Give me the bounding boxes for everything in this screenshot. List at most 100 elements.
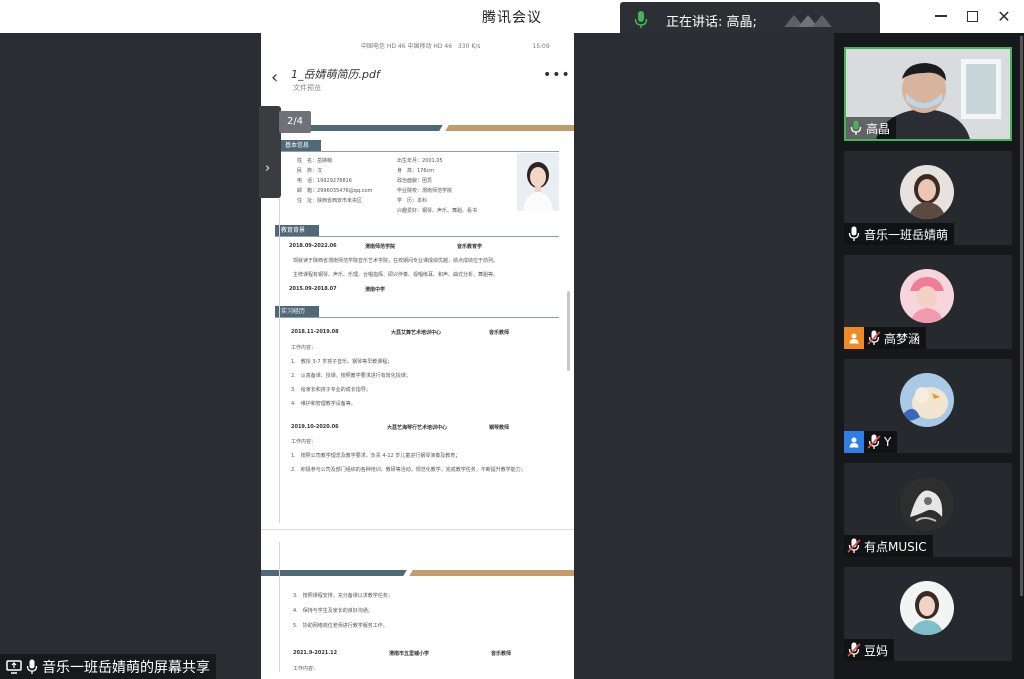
avatar (900, 581, 954, 635)
job2-company: 大荔艺海琴行艺术培训中心 (387, 425, 448, 431)
margin-line (279, 183, 280, 523)
sidebar-scrollbar[interactable] (1020, 36, 1023, 596)
basic-ethnicity: 民 族：汉 (297, 168, 323, 174)
participant-name: 豆妈 (864, 643, 889, 658)
edu-school-1: 渭南师范学院 (365, 244, 396, 250)
basic-phone: 电 话：19929278816 (297, 178, 352, 184)
job2-role: 钢琴教师 (489, 425, 510, 431)
page-counter: 2/4 (279, 111, 311, 133)
cohost-icon (844, 431, 864, 453)
participant-tile[interactable]: 高梦涵 (844, 255, 1012, 349)
job1-item: 2. 认真备课、授课，按照教学要求进行有效化授课； (291, 373, 411, 379)
job2-item: 2. 积极参与公司及部门组织的各种培训、教研等活动，规范化教学，完成教学任务，不… (291, 467, 526, 473)
resume-page: 基本信息 姓 名：岳婧萌 民 族：汉 电 话：19929278816 邮 箱：2… (261, 113, 574, 523)
participant-name-tag: 有点MUSIC (844, 535, 933, 557)
resume-photo (517, 153, 559, 211)
mic-icon (26, 659, 38, 674)
basic-height: 身 高：176cm (397, 168, 435, 174)
phone-time-text: 15:09 (532, 43, 550, 50)
participant-name-tag: Y (844, 431, 898, 453)
phone-status-bar: 中国电信 HD 46 中国移动 HD 46 330 K/s 15:09 (361, 41, 550, 50)
phone-speed-text: 330 K/s (458, 43, 481, 50)
chevron-right-icon[interactable]: › (265, 161, 270, 176)
close-icon: ✕ (997, 6, 1011, 26)
screen-share-label: 音乐一班岳婧萌的屏幕共享 (0, 654, 216, 679)
edu-desc-2: 主修课程有钢琴、声乐、乐理、合唱指挥、即兴伴奏、视唱练耳、和声、曲式分析、舞蹈等… (293, 272, 499, 278)
participant-tile[interactable]: Y (844, 359, 1012, 453)
job1-date: 2018.11-2019.08 (291, 329, 339, 335)
minimize-button[interactable] (927, 4, 955, 28)
mic-icon (634, 11, 648, 28)
job2-item: 1. 按照公司教学理念及教学要求，负责 4-12 岁儿童进行钢琴演奏及教育； (291, 453, 461, 459)
more-options-icon[interactable]: ••• (543, 67, 571, 83)
edu-desc-1: 现就读于陕西省渭南师范学院音乐艺术学院，在校期间专业课成绩优越，绩点成绩位于前列… (293, 258, 499, 264)
participant-name: 音乐一班岳婧萌 (864, 227, 949, 242)
document-subtitle: 文件预览 (293, 84, 321, 92)
basic-degree: 学 历：本科 (397, 198, 428, 204)
screen-share-icon (6, 659, 22, 674)
participant-name: Y (884, 435, 892, 449)
phone-carrier-text: 中国电信 HD 46 中国移动 HD 46 (361, 43, 453, 50)
mic-muted-icon (864, 327, 884, 349)
close-button[interactable]: ✕ (990, 4, 1018, 28)
portrait-image (517, 153, 559, 211)
job1-content-label: 工作内容： (291, 345, 317, 351)
participant-name: 高梦涵 (884, 331, 921, 346)
tencent-meeting-logo-icon (784, 15, 832, 27)
tencent-meeting-window: 腾讯会议 ✕ 正在讲话: 高晶; 中国电信 HD 46 中国移动 HD 46 3… (0, 0, 1024, 679)
job2-date: 2019.10-2020.06 (291, 424, 339, 430)
participant-name-tag: 豆妈 (844, 639, 895, 661)
job1-item: 3. 给家长和孩子专业的成长指导； (291, 387, 371, 393)
margin-line (279, 542, 280, 672)
job3-date: 2021.9-2021.12 (293, 650, 338, 656)
mic-icon (844, 223, 864, 245)
screen-share-area: 中国电信 HD 46 中国移动 HD 46 330 K/s 15:09 ‹ 1_… (0, 33, 834, 679)
edu-date-1: 2018.09-2022.06 (289, 243, 337, 249)
participant-name-tag: 高晶 (846, 117, 897, 139)
back-arrow-icon[interactable]: ‹ (271, 67, 278, 88)
basic-school: 毕业院校：渭南师范学院 (397, 188, 453, 194)
resume-page-2: 3. 按照课程安排，充分备课以求教学任务； 4. 保持与学生及家长的良好沟通； … (261, 529, 574, 679)
edu-major-1: 音乐教育学 (457, 244, 483, 250)
mic-icon (846, 117, 866, 139)
basic-name: 姓 名：岳婧萌 (297, 158, 333, 164)
participant-tile[interactable]: 豆妈 (844, 567, 1012, 661)
basic-birth: 出生年月：2001.05 (397, 158, 443, 164)
screen-share-label-text: 音乐一班岳婧萌的屏幕共享 (42, 659, 210, 676)
maximize-button[interactable] (958, 4, 986, 28)
participant-tile[interactable]: 音乐一班岳婧萌 (844, 151, 1012, 245)
participant-name: 有点MUSIC (864, 539, 927, 554)
speaking-text: 正在讲话: 高晶; (666, 14, 757, 30)
participant-tile[interactable]: 有点MUSIC (844, 463, 1012, 557)
minimize-icon (935, 15, 947, 17)
participant-sidebar: 高晶 音乐一班岳婧萌 高梦涵 Y 有点MUSIC 豆妈 (834, 33, 1024, 679)
basic-politics: 政治面貌：团员 (397, 178, 433, 184)
page-nav-strip[interactable] (259, 106, 281, 198)
document-title: 1_岳婧萌简历.pdf (291, 68, 380, 81)
edu-date-2: 2015.09-2018.07 (289, 286, 337, 292)
page2-item: 5. 协助网络岗位老师进行教学服务工作。 (293, 623, 388, 629)
maximize-icon (966, 10, 978, 22)
header-stripe-dark (299, 125, 443, 131)
page2-item: 3. 按照课程安排，充分备课以求教学任务； (293, 593, 393, 599)
basic-email: 邮 箱：2996035476@qq.com (297, 188, 373, 194)
job1-item: 4. 维护和管理教学设备等。 (291, 401, 356, 407)
participant-tile[interactable]: 高晶 (844, 47, 1012, 141)
job1-company: 大荔艾舞艺术培训中心 (391, 330, 442, 336)
job3-company: 渭南市五里铺小学 (389, 651, 430, 657)
section-divider (275, 317, 559, 318)
page2-item: 4. 保持与学生及家长的良好沟通； (293, 608, 373, 614)
document-scrollbar[interactable] (567, 291, 570, 371)
edu-school-2: 渭南中学 (365, 287, 386, 293)
job2-content-label: 工作内容： (291, 439, 317, 445)
job3-content-label: 工作内容： (293, 666, 319, 672)
participant-name: 高晶 (866, 121, 891, 136)
avatar (900, 269, 954, 323)
mic-muted-icon (844, 535, 864, 557)
participant-name-tag: 高梦涵 (844, 327, 927, 349)
header-stripe-gold (445, 125, 574, 131)
mic-muted-icon (844, 639, 864, 661)
basic-address: 住 址：陕西省西安市未央区 (297, 198, 363, 204)
header-stripe-dark (261, 570, 407, 576)
mic-muted-icon (864, 431, 884, 453)
